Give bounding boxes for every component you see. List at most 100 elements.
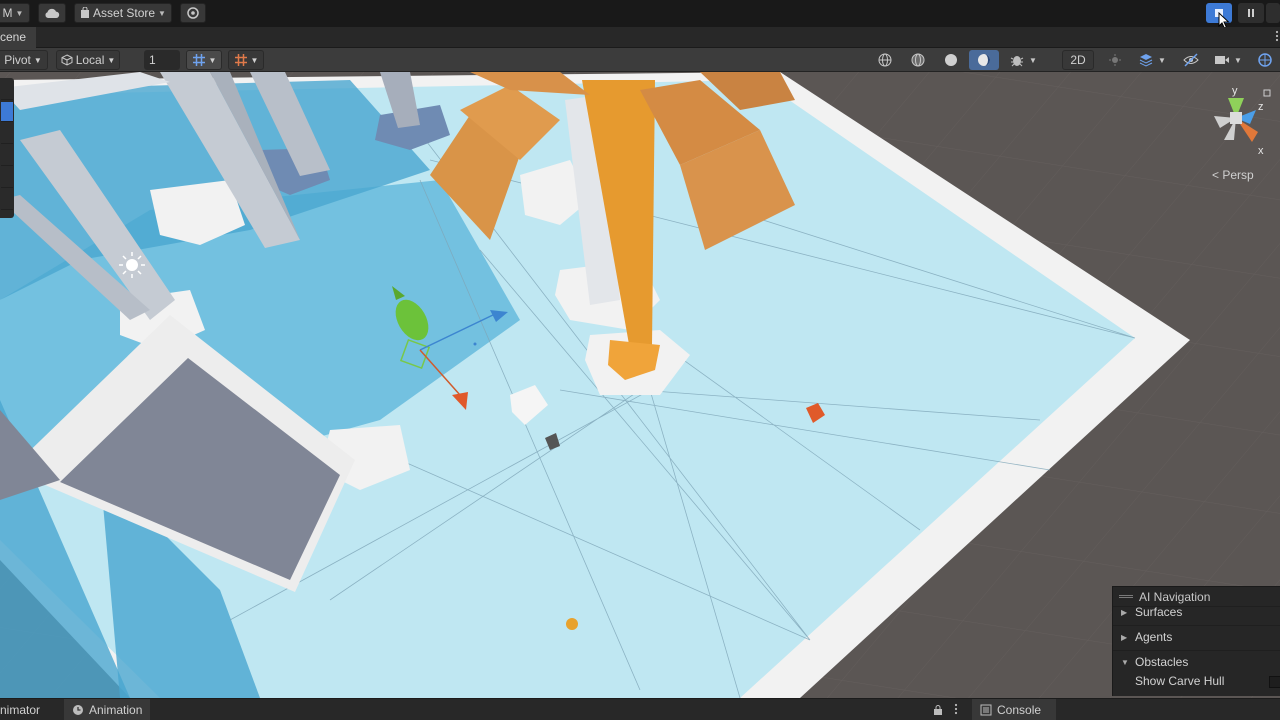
- snap-increment-field[interactable]: 1: [144, 50, 180, 70]
- 2d-label: 2D: [1070, 53, 1086, 67]
- foldout-surfaces[interactable]: ▶ Surfaces: [1121, 605, 1182, 619]
- ai-navigation-overlay: AI Navigation ▶ Surfaces ▶ Agents ▼ Obst…: [1112, 586, 1280, 696]
- scene-visibility-toggle[interactable]: [1176, 50, 1206, 70]
- orientation-gizmo[interactable]: y z x: [1200, 80, 1276, 158]
- local-label: Local: [75, 53, 105, 67]
- lock-icon[interactable]: [933, 704, 943, 716]
- grid-visibility-icon: [234, 54, 247, 66]
- kebab-menu-icon[interactable]: [1274, 30, 1280, 42]
- scene-render: [0, 72, 1280, 698]
- tab-scene[interactable]: cene: [0, 27, 36, 48]
- rotate-tool-button[interactable]: [1, 124, 13, 144]
- show-carve-hull-option[interactable]: Show Carve Hull: [1135, 674, 1224, 688]
- account-dropdown[interactable]: M ▼: [0, 3, 30, 23]
- main-toolbar: M ▼ Asset Store ▼: [0, 0, 1280, 30]
- asset-store-dropdown[interactable]: Asset Store ▼: [74, 3, 172, 23]
- tab-scene-label: cene: [0, 30, 27, 44]
- chevron-down-icon: ▼: [107, 55, 116, 65]
- move-tool-button[interactable]: [1, 102, 13, 122]
- lighting-toggle[interactable]: [1100, 50, 1130, 70]
- gizmo-z-label: z: [1258, 101, 1264, 113]
- pause-icon: [1248, 9, 1254, 17]
- expanded-triangle-icon: ▼: [1121, 657, 1129, 667]
- scene-tab-row: cene: [0, 27, 1280, 48]
- cube-icon: [61, 54, 73, 66]
- scene-toolbar: Pivot ▼ Local ▼ 1 ▼ ▼ ▼ 2D ▼ ▼: [0, 48, 1280, 72]
- grid-icon: [192, 54, 205, 66]
- ai-navigation-title: AI Navigation: [1139, 590, 1211, 604]
- show-carve-hull-checkbox[interactable]: [1269, 676, 1280, 688]
- drag-handle-icon[interactable]: [1119, 595, 1133, 598]
- wireframe-sphere-icon: [878, 53, 892, 67]
- shaded-sphere-icon: [945, 54, 957, 66]
- chevron-down-icon: ▼: [1158, 55, 1166, 65]
- divider: [1113, 625, 1280, 626]
- shaded-wireframe-icon: [911, 53, 925, 67]
- local-dropdown[interactable]: Local ▼: [56, 50, 120, 70]
- foldout-obstacles-label: Obstacles: [1135, 655, 1189, 669]
- tab-animation[interactable]: Animation: [64, 699, 150, 720]
- debug-draw-button[interactable]: ▼: [1002, 50, 1044, 70]
- cloud-button[interactable]: [38, 3, 66, 23]
- account-label: M: [2, 6, 13, 20]
- chevron-down-icon: ▼: [158, 8, 166, 18]
- orange-marker: [566, 618, 578, 630]
- foldout-agents-label: Agents: [1135, 630, 1173, 644]
- transform-tool-button[interactable]: [1, 190, 13, 210]
- tab-animation-label: Animation: [89, 703, 143, 717]
- gizmos-icon: [1258, 53, 1272, 67]
- collapsed-triangle-icon: ▶: [1121, 607, 1128, 617]
- clock-icon: [73, 705, 83, 715]
- unlit-button[interactable]: [969, 50, 999, 70]
- foldout-agents[interactable]: ▶ Agents: [1121, 630, 1172, 644]
- asset-store-label: Asset Store: [93, 6, 156, 20]
- kebab-menu-icon[interactable]: [953, 703, 959, 715]
- pivot-label: Pivot: [4, 53, 31, 67]
- gizmos-dropdown[interactable]: [1250, 50, 1280, 70]
- scale-tool-button[interactable]: [1, 146, 13, 166]
- foldout-obstacles[interactable]: ▼ Obstacles: [1121, 655, 1188, 669]
- pause-button[interactable]: [1238, 3, 1264, 23]
- chevron-down-icon: ▼: [15, 8, 24, 18]
- shaded-wireframe-button[interactable]: [903, 50, 933, 70]
- grid-snap-button[interactable]: ▼: [186, 50, 222, 70]
- grid-visibility-button[interactable]: ▼: [228, 50, 264, 70]
- step-button[interactable]: [1266, 3, 1280, 23]
- rect-tool-button[interactable]: [1, 168, 13, 188]
- camera-settings-dropdown[interactable]: ▼: [1210, 50, 1246, 70]
- divider: [1113, 650, 1280, 651]
- effects-toggle[interactable]: ▼: [1130, 50, 1174, 70]
- tab-console-label: Console: [997, 703, 1042, 717]
- wireframe-shading-button[interactable]: [870, 50, 900, 70]
- 2d-toggle[interactable]: 2D: [1062, 50, 1094, 70]
- lighting-icon: [1109, 54, 1121, 66]
- hand-tool-button[interactable]: [1, 80, 13, 100]
- foldout-surfaces-label: Surfaces: [1135, 605, 1183, 619]
- snap-value: 1: [149, 53, 156, 67]
- bag-icon: [81, 7, 90, 18]
- shaded-button[interactable]: [936, 50, 966, 70]
- chevron-down-icon: ▼: [250, 55, 259, 65]
- bug-icon: [1010, 56, 1024, 67]
- bottom-tab-bar: nimator Animation Console: [0, 698, 1280, 720]
- collapsed-triangle-icon: ▶: [1121, 632, 1128, 642]
- gizmo-center-cube[interactable]: [1230, 112, 1242, 124]
- gizmo-y-label: y: [1232, 85, 1238, 97]
- gizmo-x-label: x: [1258, 145, 1264, 157]
- version-control-button[interactable]: [180, 3, 206, 23]
- chevron-down-icon: ▼: [33, 55, 42, 65]
- tab-console[interactable]: Console: [972, 699, 1056, 720]
- chevron-down-icon: ▼: [1234, 55, 1242, 65]
- projection-toggle[interactable]: < Persp: [1212, 168, 1254, 182]
- chevron-down-icon: ▼: [208, 55, 217, 65]
- layers-icon: [1139, 54, 1153, 67]
- pivot-dropdown[interactable]: Pivot ▼: [0, 50, 48, 70]
- cloud-icon: [45, 8, 60, 18]
- hidden-eye-icon: [1183, 53, 1199, 67]
- scene-viewport[interactable]: y z x < Persp AI Navigation ▶ Surfaces ▶…: [0, 72, 1280, 698]
- scene-tools-strip: [0, 78, 14, 218]
- console-icon: [980, 704, 992, 716]
- tab-animator[interactable]: nimator: [0, 699, 58, 720]
- lock-icon[interactable]: [1263, 89, 1271, 97]
- camera-icon: [1215, 56, 1230, 64]
